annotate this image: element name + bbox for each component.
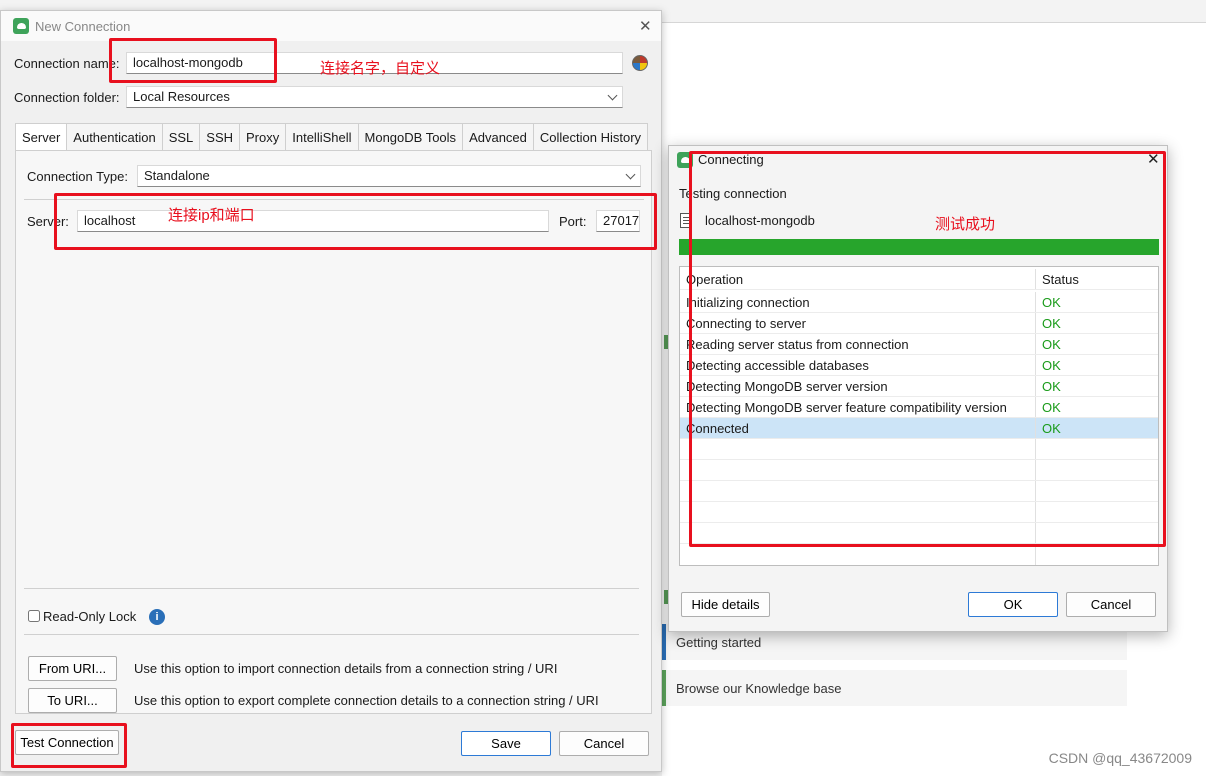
tab-bar: Server Authentication SSL SSH Proxy Inte… [15,123,649,151]
annotation-name-note: 连接名字，自定义 [320,60,441,77]
to-uri-description: Use this option to export complete conne… [134,693,599,708]
save-button[interactable]: Save [461,731,551,756]
tab-ssl[interactable]: SSL [162,123,201,151]
link-accent-bar [662,670,666,706]
info-icon[interactable]: i [149,609,165,625]
tab-server[interactable]: Server [15,123,68,151]
dialog-title: New Connection [35,18,131,34]
empty-row [680,544,1158,565]
link-accent-bar [662,624,666,660]
tab-intellishell[interactable]: IntelliShell [286,123,359,151]
tab-mongodb-tools[interactable]: MongoDB Tools [358,123,464,151]
getting-started-label: Getting started [676,634,762,650]
connection-folder-label: Connection folder: [14,90,120,105]
cancel-button[interactable]: Cancel [559,731,649,756]
connection-type-select[interactable]: Standalone [137,165,641,187]
tab-collection-history[interactable]: Collection History [533,123,649,151]
app-logo-icon [13,18,29,34]
annotation-box-name [109,38,277,83]
close-icon[interactable]: ✕ [639,17,652,35]
from-uri-button[interactable]: From URI... [28,656,117,681]
connection-type-label: Connection Type: [27,169,128,184]
color-picker-icon[interactable] [632,55,648,71]
annotation-success-note: 测试成功 [935,216,996,233]
from-uri-description: Use this option to import connection det… [134,661,558,676]
annotation-box-success [689,151,1166,547]
tab-authentication[interactable]: Authentication [67,123,163,151]
knowledge-base-label: Browse our Knowledge base [676,680,842,696]
annotation-box-test [11,723,127,768]
divider [24,588,639,589]
ok-button[interactable]: OK [968,592,1058,617]
knowledge-base-link[interactable]: Browse our Knowledge base [662,670,1127,706]
tab-advanced[interactable]: Advanced [463,123,534,151]
read-only-label: Read-Only Lock [43,609,137,624]
tab-ssh[interactable]: SSH [200,123,241,151]
connection-name-label: Connection name: [14,56,120,71]
connection-folder-select[interactable]: Local Resources [126,86,623,108]
tab-proxy[interactable]: Proxy [240,123,287,151]
hide-details-button[interactable]: Hide details [681,592,770,617]
divider [24,634,639,635]
dialog-titlebar: New Connection [1,11,661,41]
new-connection-dialog: New Connection ✕ Connection name: localh… [0,10,662,772]
annotation-box-server [54,193,657,250]
annotation-ip-note: 连接ip和端口 [168,207,255,224]
to-uri-button[interactable]: To URI... [28,688,117,713]
connecting-cancel-button[interactable]: Cancel [1066,592,1156,617]
read-only-checkbox[interactable] [28,610,40,622]
watermark: CSDN @qq_43672009 [1048,750,1192,766]
